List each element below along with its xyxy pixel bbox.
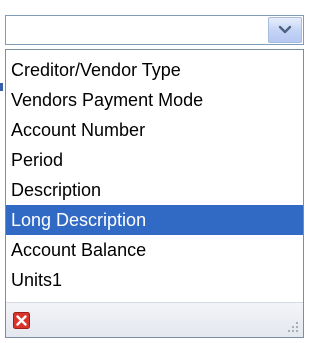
dropdown-footer	[6, 302, 303, 337]
red-x-icon[interactable]	[13, 312, 30, 329]
dropdown-list: Creditor/Vendor Type Vendors Payment Mode…	[5, 49, 304, 338]
field-combobox[interactable]	[5, 15, 304, 45]
list-item[interactable]: Period	[6, 145, 303, 175]
list-item[interactable]: Units1	[6, 265, 303, 295]
side-tick	[0, 83, 3, 91]
list-item[interactable]: Vendors Payment Mode	[6, 85, 303, 115]
option-list: Creditor/Vendor Type Vendors Payment Mode…	[6, 55, 303, 295]
list-item[interactable]: Account Number	[6, 115, 303, 145]
list-item[interactable]: Creditor/Vendor Type	[6, 55, 303, 85]
list-item[interactable]: Account Balance	[6, 235, 303, 265]
chevron-down-icon	[278, 25, 292, 34]
list-item[interactable]: Description	[6, 175, 303, 205]
list-item[interactable]: Long Description	[6, 205, 303, 235]
dropdown-button[interactable]	[268, 17, 302, 43]
resize-grip-icon[interactable]	[285, 319, 299, 333]
